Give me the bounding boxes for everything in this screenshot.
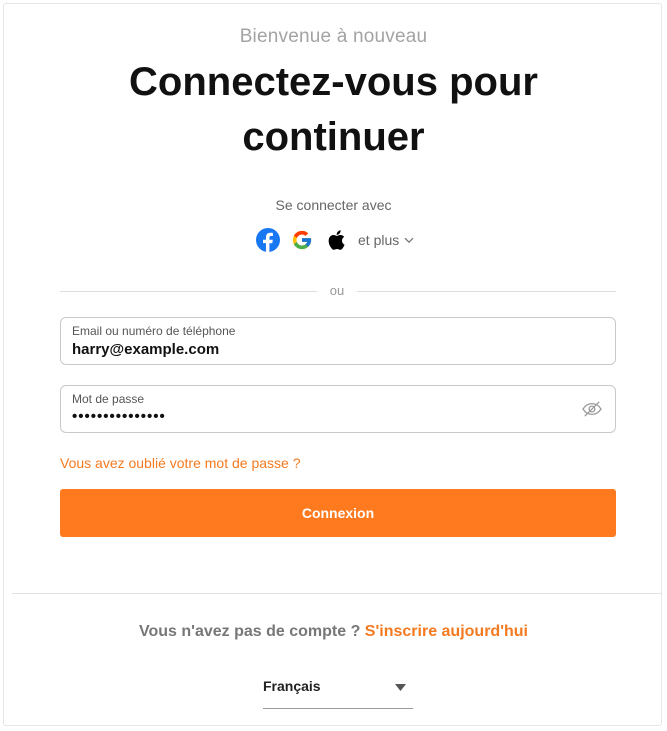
divider-line-right [357, 291, 616, 292]
password-field-container[interactable]: Mot de passe [60, 385, 616, 433]
language-value: Français [263, 678, 321, 694]
eye-slash-icon[interactable] [581, 400, 603, 418]
facebook-login-button[interactable] [255, 227, 281, 253]
email-field-label: Email ou numéro de téléphone [72, 324, 236, 338]
language-select[interactable]: Français [263, 674, 413, 709]
connect-with-label: Se connecter avec [275, 197, 392, 213]
facebook-icon [256, 228, 280, 252]
password-field-label: Mot de passe [72, 392, 145, 406]
email-field-container[interactable]: Email ou numéro de téléphone [60, 317, 616, 365]
page-title-line-2: continuer [242, 115, 425, 159]
page-title-line-1: Connectez-vous pour [129, 60, 538, 104]
forgot-password-link[interactable]: Vous avez oublié votre mot de passe ? [60, 455, 300, 471]
google-login-button[interactable] [289, 227, 315, 253]
apple-login-button[interactable] [323, 227, 349, 253]
signup-prompt: Vous n'avez pas de compte ? S'inscrire a… [0, 623, 667, 641]
welcome-text: Bienvenue à nouveau [239, 26, 428, 47]
apple-icon [328, 230, 345, 250]
password-input[interactable] [72, 408, 572, 425]
or-divider: ou [60, 283, 616, 299]
no-account-text: Vous n'avez pas de compte ? [139, 623, 361, 640]
google-icon [292, 230, 312, 250]
email-input[interactable] [72, 341, 572, 358]
caret-down-icon [395, 684, 406, 691]
login-button[interactable]: Connexion [60, 489, 616, 537]
or-label: ou [329, 283, 345, 298]
chevron-down-icon [404, 237, 414, 243]
more-providers-label: et plus [358, 232, 400, 248]
page-title: Connectez-vous pour continuer [0, 55, 667, 165]
footer-separator [12, 593, 662, 594]
social-login-row: et plus [255, 227, 414, 253]
signup-link[interactable]: S'inscrire aujourd'hui [365, 623, 528, 640]
divider-line-left [60, 291, 317, 292]
more-providers-button[interactable]: et plus [358, 232, 414, 248]
